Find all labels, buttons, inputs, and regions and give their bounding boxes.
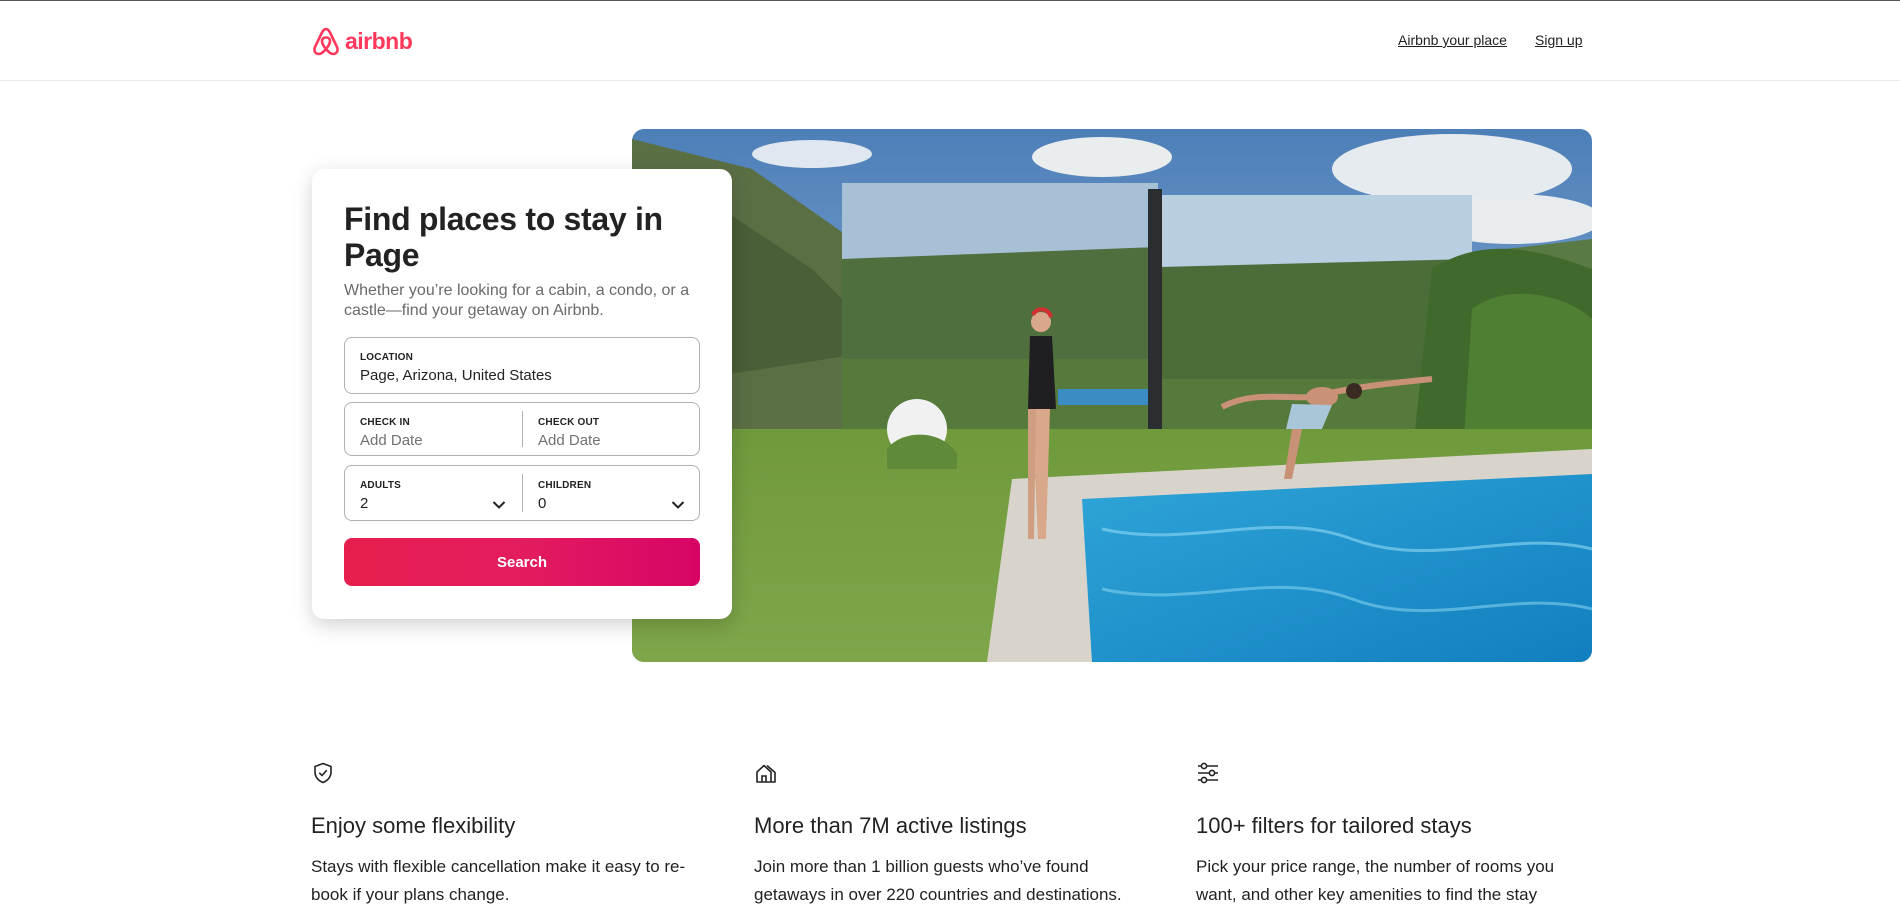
houses-icon bbox=[756, 764, 776, 783]
feature-text: Stays with flexible cancellation make it… bbox=[311, 857, 686, 904]
feature-text: Pick your price range, the number of roo… bbox=[1196, 857, 1555, 904]
host-link[interactable]: Airbnb your place bbox=[1398, 32, 1507, 48]
location-label: LOCATION bbox=[360, 352, 414, 363]
location-value[interactable]: Page, Arizona, United States bbox=[360, 367, 699, 384]
feature-flexibility: Enjoy some flexibility Stays with flexib… bbox=[311, 761, 711, 904]
search-card: Find places to stay in Page Whether you’… bbox=[312, 169, 732, 619]
check-out-label: CHECK OUT bbox=[538, 417, 600, 428]
feature-title: 100+ filters for tailored stays bbox=[1196, 813, 1472, 838]
check-in-label: CHECK IN bbox=[360, 417, 410, 428]
children-label: CHILDREN bbox=[538, 480, 592, 491]
check-out-placeholder: Add Date bbox=[538, 432, 601, 449]
location-field[interactable]: LOCATION Page, Arizona, United States bbox=[344, 337, 700, 394]
signup-link[interactable]: Sign up bbox=[1535, 32, 1582, 48]
brand-name: airbnb bbox=[345, 27, 413, 54]
shield-check-icon bbox=[314, 762, 332, 784]
site-header: airbnb Airbnb your place Sign up bbox=[0, 1, 1900, 81]
feature-title: More than 7M active listings bbox=[754, 813, 1027, 838]
adults-select[interactable]: ADULTS 2 bbox=[345, 474, 523, 512]
sliders-icon bbox=[1198, 762, 1218, 784]
location-field-inner: LOCATION Page, Arizona, United States bbox=[345, 338, 699, 393]
search-card-subtitle: Whether you’re looking for a cabin, a co… bbox=[344, 282, 690, 319]
feature-text: Join more than 1 billion guests who’ve f… bbox=[754, 857, 1122, 904]
feature-listings: More than 7M active listings Join more t… bbox=[754, 761, 1154, 904]
chevron-down-icon bbox=[671, 501, 685, 509]
adults-label: ADULTS bbox=[360, 480, 402, 491]
check-in-placeholder: Add Date bbox=[360, 432, 423, 449]
search-card-title: Find places to stay in Page bbox=[344, 201, 663, 273]
check-out-field[interactable]: CHECK OUT Add Date bbox=[523, 411, 701, 449]
airbnb-logo-icon bbox=[313, 27, 339, 56]
children-select[interactable]: CHILDREN 0 bbox=[523, 474, 701, 512]
hero-photo bbox=[632, 129, 1592, 662]
feature-filters: 100+ filters for tailored stays Pick you… bbox=[1196, 761, 1596, 904]
date-fields: CHECK IN Add Date CHECK OUT Add Date bbox=[344, 402, 700, 456]
feature-title: Enjoy some flexibility bbox=[311, 813, 516, 838]
chevron-down-icon bbox=[492, 501, 506, 509]
guest-fields: ADULTS 2 CHILDREN 0 bbox=[344, 465, 700, 521]
search-button[interactable]: Search bbox=[344, 538, 700, 586]
check-in-field[interactable]: CHECK IN Add Date bbox=[345, 411, 523, 449]
airbnb-logo[interactable]: airbnb bbox=[311, 25, 413, 57]
